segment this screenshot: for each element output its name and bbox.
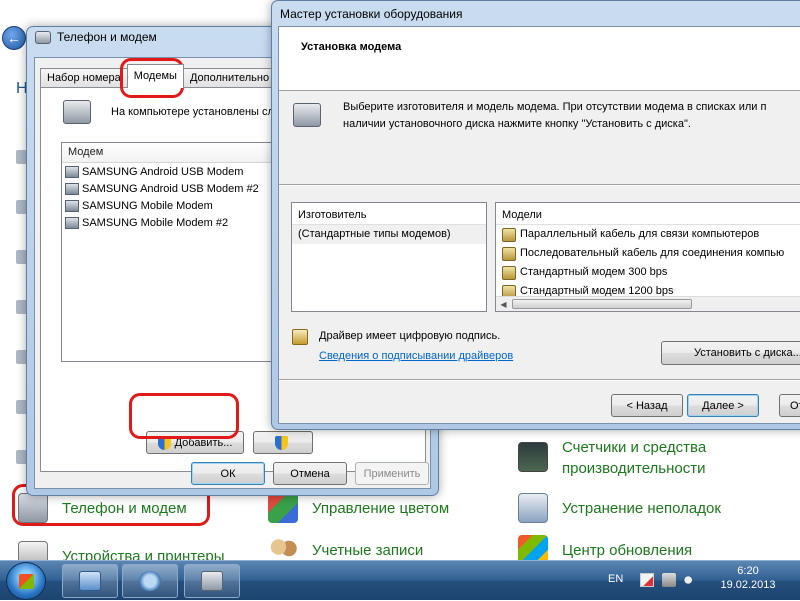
tab-modems[interactable]: Модемы [126,64,184,88]
cp-item-phone-modem[interactable]: Телефон и модем [18,493,187,523]
cp-item-label: Управление цветом [312,499,450,517]
window-title: Мастер установки оборудования [280,7,463,21]
modem-icon [502,227,516,242]
tab-strip: Набор номера Модемы Дополнительно [40,64,277,88]
separator [279,184,800,186]
manufacturer-header: Изготовитель [292,203,486,225]
tab-advanced[interactable]: Дополнительно [182,68,277,88]
cp-item-label: Центр обновления [562,541,693,559]
language-indicator[interactable]: EN [608,573,623,585]
ok-button[interactable]: ОК [191,462,265,485]
modem-name: SAMSUNG Mobile Modem [82,199,213,212]
description-line: Выберите изготовителя и модель модема. П… [343,101,767,113]
wizard-header-title: Установка модема [301,41,402,53]
taskbar: EN 6:20 19.02.2013 [0,560,800,600]
signed-driver-text: Драйвер имеет цифровую подпись. [319,330,501,342]
list-item[interactable]: (Стандартные типы модемов) [292,225,486,244]
modem-icon [65,165,79,178]
modems-info-text: На компьютере установлены сле [111,106,281,118]
model-name: Последовательный кабель для соединения к… [520,247,785,259]
uac-shield-icon [157,435,171,450]
model-name: Параллельный кабель для связи компьютеро… [520,228,760,240]
apply-button: Применить [355,462,429,485]
modem-icon [65,199,79,212]
modem-icon [502,265,516,280]
modem-icon [502,246,516,261]
models-header: Модели [496,203,800,225]
models-list[interactable]: Модели Параллельный кабель для связи ком… [495,202,800,312]
model-name: Стандартный модем 300 bps [520,266,668,278]
action-center-icon[interactable] [640,573,654,587]
cp-item-label: производительности [562,460,706,477]
cp-item-label: Счетчики и средства [562,439,707,456]
clock-time: 6:20 [737,565,759,577]
cp-item-color-management[interactable]: Управление цветом [268,493,449,523]
back-arrow-icon[interactable]: ← [2,26,26,50]
clock-date: 19.02.2013 [720,579,776,591]
manufacturer-list[interactable]: Изготовитель (Стандартные типы модемов) [291,202,487,312]
cancel-button[interactable]: От [779,394,800,417]
cancel-button[interactable]: Отмена [273,462,347,485]
taskbar-network[interactable] [122,564,178,598]
taskbar-phone-modem[interactable] [184,564,240,598]
scroll-left-icon[interactable]: ◀ [496,297,511,311]
phone-modem-icon [35,30,51,44]
uac-shield-icon [274,435,288,450]
windows-logo-icon [19,574,34,589]
phone-modem-icon [18,493,48,523]
back-button[interactable]: < Назад [611,394,683,417]
modem-icon [63,100,91,124]
taskbar-control-panel[interactable] [62,564,118,598]
performance-icon [518,442,548,472]
description-line: наличии установочного диска нажмите кноп… [343,118,691,130]
remove-button[interactable] [253,431,313,454]
phone-modem-icon [201,571,223,591]
add-button[interactable]: Добавить... [146,431,244,454]
network-status-icon[interactable] [662,573,676,587]
list-item[interactable]: Параллельный кабель для связи компьютеро… [496,225,800,244]
start-button[interactable] [6,562,46,600]
volume-icon[interactable] [684,573,698,587]
scroll-thumb[interactable] [512,299,692,309]
color-management-icon [268,493,298,523]
system-tray: EN 6:20 19.02.2013 [598,561,800,601]
separator [279,379,800,381]
modem-icon [65,216,79,229]
control-panel-icon [79,571,101,591]
cp-item-label: Учетные записи [312,541,424,559]
modem-name: SAMSUNG Android USB Modem #2 [82,182,259,195]
modem-icon [293,103,321,127]
modem-name: SAMSUNG Mobile Modem #2 [82,216,229,229]
cp-item-label: Устранение неполадок [562,499,721,517]
list-item[interactable]: Стандартный модем 300 bps [496,263,800,282]
clock[interactable]: 6:20 19.02.2013 [708,565,788,591]
network-icon [139,571,161,591]
driver-signing-link[interactable]: Сведения о подписывании драйверов [319,350,513,362]
cp-item-label: Телефон и модем [62,499,187,517]
certificate-icon [292,329,308,345]
modem-name: SAMSUNG Android USB Modem [82,165,244,178]
add-button-label: Добавить... [174,436,233,449]
window-title: Телефон и модем [57,30,157,44]
cp-item-performance[interactable]: Счетчики и средства производительности [518,437,706,479]
add-hardware-wizard: Мастер установки оборудования Установка … [271,0,800,430]
wizard-header: Установка модема [279,27,800,91]
next-button[interactable]: Далее > [687,394,759,417]
modem-icon [65,182,79,195]
tab-dialing-rules[interactable]: Набор номера [40,68,128,88]
cp-item-troubleshooting[interactable]: Устранение неполадок [518,493,721,523]
have-disk-button[interactable]: Установить с диска... [661,341,800,365]
troubleshooting-icon [518,493,548,523]
horizontal-scrollbar[interactable]: ◀ [496,296,800,311]
wizard-description: Выберите изготовителя и модель модема. П… [343,99,800,133]
list-item[interactable]: Последовательный кабель для соединения к… [496,244,800,263]
